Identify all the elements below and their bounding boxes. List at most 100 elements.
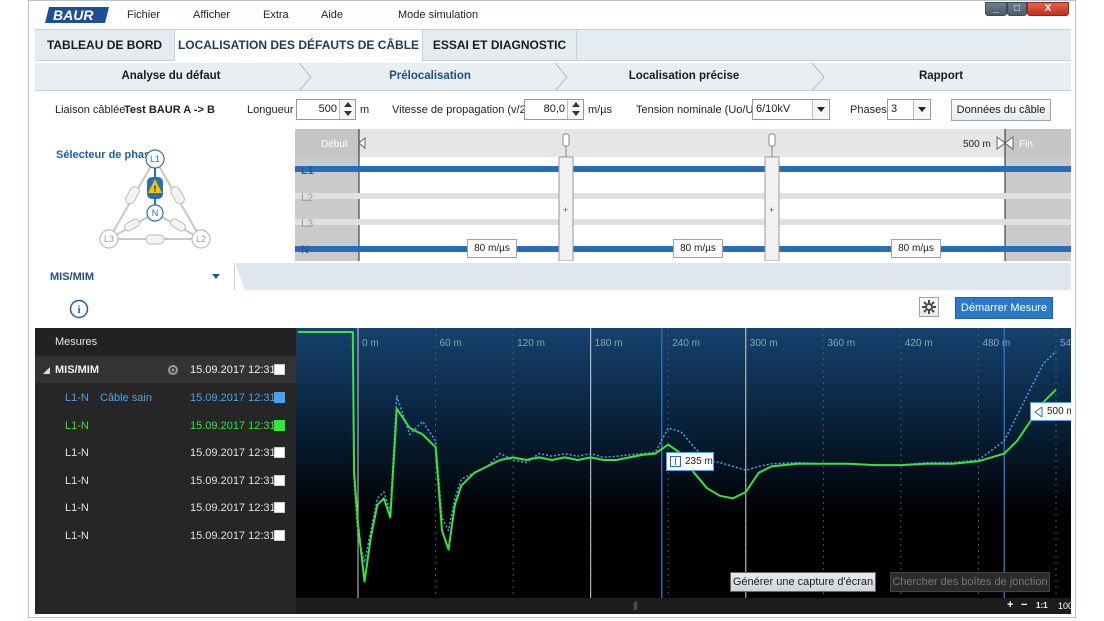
measure-phase: L1-N xyxy=(65,447,89,459)
cursor-label-235[interactable]: 235 m xyxy=(666,452,714,471)
row-l1[interactable]: L1 xyxy=(301,165,314,177)
maximize-button[interactable]: □ xyxy=(1007,2,1027,16)
cable-label: Liaison câblée xyxy=(55,104,126,116)
node-l2[interactable]: L2 xyxy=(196,234,206,244)
measures-list: Mesures MIS/MIM 15.09.2017 12:31 L1-N Câb… xyxy=(35,328,296,614)
length-spinner-icon[interactable] xyxy=(339,100,355,119)
slider-plus-icon[interactable]: + xyxy=(563,205,568,215)
measure-checkbox[interactable] xyxy=(274,474,285,486)
zoom-out-icon[interactable]: − xyxy=(1021,599,1027,611)
step-analyse[interactable]: Analyse du défaut xyxy=(35,63,307,90)
settings-button[interactable] xyxy=(919,297,939,317)
group-checkbox[interactable] xyxy=(274,364,285,375)
row-l2[interactable]: L2 xyxy=(301,192,313,204)
zoom-in-icon[interactable]: + xyxy=(1007,599,1013,611)
measure-checkbox[interactable] xyxy=(274,419,285,431)
velocity-tag-3[interactable]: 80 m/µs xyxy=(891,239,941,258)
measure-checkbox[interactable] xyxy=(274,529,285,541)
tab-edge-shape xyxy=(235,263,245,290)
chevron-down-icon[interactable] xyxy=(212,274,220,280)
length-input[interactable]: 500 xyxy=(296,99,356,120)
tab-localisation[interactable]: LOCALISATION DES DÉFAUTS DE CÂBLE xyxy=(175,30,423,62)
reflectogram-chart[interactable]: 0 m 60 m 120 m 180 m 240 m 300 m 360 m 420 m 480… xyxy=(296,328,1071,614)
node-n[interactable]: N xyxy=(152,208,159,218)
measure-phase: L1-N xyxy=(65,419,89,432)
step-chevron-icon xyxy=(554,63,568,91)
app-window: BAUR Fichier Afficher Extra Aide Mode si… xyxy=(28,0,1076,618)
menubar: BAUR Fichier Afficher Extra Aide Mode si… xyxy=(29,1,1075,29)
menu-mode-simulation[interactable]: Mode simulation xyxy=(398,9,478,21)
end-label: Fin xyxy=(1019,139,1033,150)
cursor-marker-icon xyxy=(670,456,681,467)
workflow-steps: Analyse du défaut Prélocalisation Locali… xyxy=(35,63,1071,91)
chevron-down-icon[interactable] xyxy=(913,100,930,119)
tab-mis-mim[interactable]: MIS/MIM xyxy=(35,263,235,290)
phases-label: Phases xyxy=(850,104,887,116)
velocity-input[interactable]: 80,0 xyxy=(524,99,584,120)
measure-row[interactable]: L1-N 15.09.2017 12:31 xyxy=(35,412,296,439)
measure-phase: L1-N xyxy=(65,529,89,542)
velocity-unit: m/µs xyxy=(588,104,613,116)
velocity-label: Vitesse de propagation (v/2) xyxy=(392,104,530,116)
measure-checkbox[interactable] xyxy=(274,502,285,513)
menu-aide[interactable]: Aide xyxy=(321,9,343,21)
step-rapport[interactable]: Rapport xyxy=(810,63,1072,90)
cable-params: Liaison câblée Test BAUR A -> B Longueur… xyxy=(35,95,1071,125)
close-button[interactable]: X xyxy=(1027,2,1069,16)
phase-triangle-diagram[interactable]: ! L1 N L3 L2 xyxy=(95,147,225,251)
measure-row[interactable]: L1-N 15.09.2017 12:31 xyxy=(35,522,296,549)
length-label: Longueur xyxy=(247,104,294,116)
velocity-spinner-icon[interactable] xyxy=(567,100,583,119)
collapse-icon[interactable] xyxy=(43,367,50,374)
measure-row[interactable]: L1-N 15.09.2017 12:31 xyxy=(35,439,296,466)
menu-fichier[interactable]: Fichier xyxy=(127,9,160,21)
menu-afficher[interactable]: Afficher xyxy=(193,9,230,21)
x-tick-label: 420 m xyxy=(905,338,933,349)
cable-data-button[interactable]: Données du câble xyxy=(951,99,1051,121)
info-icon[interactable]: i xyxy=(69,299,89,319)
minimize-button[interactable]: _ xyxy=(985,2,1007,16)
measure-row[interactable]: L1-N Câble sain 15.09.2017 12:31 xyxy=(35,384,296,411)
measurement-tab-strip: MIS/MIM xyxy=(35,263,1071,290)
phase-panel: L1 L2 L3 N Début 500 m Fin + + 80 m/µs 8… xyxy=(279,129,1071,261)
zoom-ratio-button[interactable]: 1:1 xyxy=(1036,601,1048,610)
velocity-tag-2[interactable]: 80 m/µs xyxy=(673,239,723,258)
x-tick-label: 360 m xyxy=(827,338,855,349)
main-tabs: TABLEAU DE BORD LOCALISATION DES DÉFAUTS… xyxy=(35,29,1071,62)
chevron-down-icon[interactable] xyxy=(812,100,829,119)
step-prelocalisation[interactable]: Prélocalisation xyxy=(297,63,563,90)
cursor-label-500[interactable]: 500 m xyxy=(1030,402,1071,421)
row-n[interactable]: N xyxy=(301,244,309,256)
measure-row[interactable]: L1-N 15.09.2017 12:31 xyxy=(35,494,296,521)
row-l3[interactable]: L3 xyxy=(301,218,313,230)
measure-phase: L1-N xyxy=(65,502,89,514)
zoom-level: 100% xyxy=(1058,601,1071,611)
start-measure-button[interactable]: Démarrer Mesure xyxy=(955,297,1053,319)
velocity-tag-1[interactable]: 80 m/µs xyxy=(467,239,517,258)
slider-plus-icon[interactable]: + xyxy=(769,205,774,215)
step-localisation-precise[interactable]: Localisation précise xyxy=(553,63,815,90)
start-label: Début xyxy=(321,139,348,150)
gear-icon[interactable] xyxy=(166,363,180,377)
x-tick-label: 60 m xyxy=(440,338,462,349)
phases-select[interactable]: 3 xyxy=(887,99,931,120)
find-junctions-button[interactable]: Chercher des boîtes de jonction xyxy=(890,572,1050,592)
scroll-grip-icon[interactable]: ||| xyxy=(633,600,638,610)
node-l3[interactable]: L3 xyxy=(104,234,114,244)
screenshot-button[interactable]: Générer une capture d'écran xyxy=(730,572,876,592)
node-l1[interactable]: L1 xyxy=(150,154,160,164)
voltage-label: Tension nominale (Uo/U) xyxy=(636,104,758,116)
measure-date: 15.09.2017 12:31 xyxy=(190,474,276,487)
end-length: 500 m xyxy=(963,139,991,150)
measure-checkbox[interactable] xyxy=(274,392,285,403)
length-unit: m xyxy=(360,104,370,116)
measure-row[interactable]: L1-N 15.09.2017 12:31 xyxy=(35,467,296,494)
graph-scrollbar[interactable]: ||| xyxy=(296,598,1071,614)
x-tick-label: 300 m xyxy=(750,338,778,349)
measure-checkbox[interactable] xyxy=(274,447,285,458)
tab-essai-diagnostic[interactable]: ESSAI ET DIAGNOSTIC xyxy=(423,30,577,61)
voltage-select[interactable]: 6/10kV xyxy=(752,99,830,120)
measures-group-row[interactable]: MIS/MIM 15.09.2017 12:31 xyxy=(35,356,296,383)
menu-extra[interactable]: Extra xyxy=(263,9,289,21)
tab-tableau-de-bord[interactable]: TABLEAU DE BORD xyxy=(35,30,175,61)
